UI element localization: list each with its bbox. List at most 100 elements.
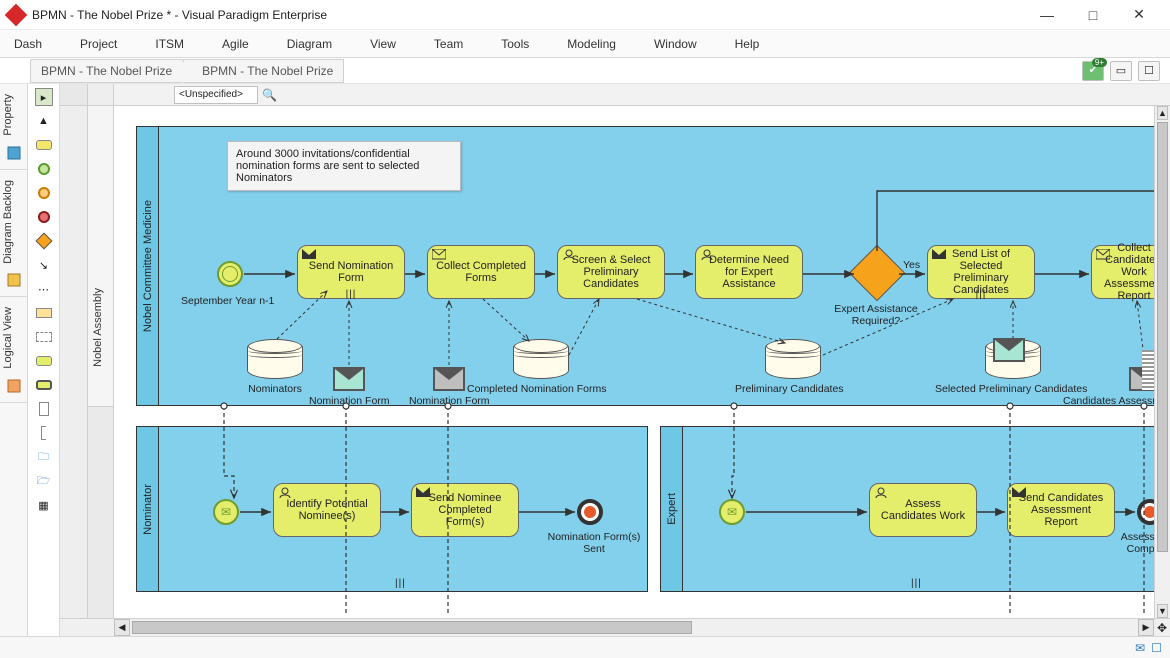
palette-dataobject[interactable] — [35, 400, 53, 418]
palette-event-orange[interactable] — [35, 184, 53, 202]
palette-grid[interactable]: ▦ — [35, 496, 53, 514]
send-icon — [302, 249, 316, 261]
expert-end[interactable] — [1137, 499, 1154, 525]
expert-end-label: Assessments Completed — [1111, 531, 1154, 555]
envelope-nomination-in[interactable] — [433, 367, 465, 391]
scroll-right-arrow[interactable]: ▶ — [1138, 619, 1154, 636]
vscroll-thumb[interactable] — [1157, 122, 1168, 552]
palette-seqflow[interactable]: ↘ — [35, 256, 53, 274]
annotation-note[interactable]: Around 3000 invitations/confidential nom… — [227, 141, 461, 191]
scroll-down-arrow[interactable]: ▼ — [1157, 604, 1168, 618]
menu-tools[interactable]: Tools — [501, 37, 529, 51]
task-screen-select[interactable]: Screen & Select Preliminary Candidates — [557, 245, 665, 299]
task-assess-work[interactable]: Assess Candidates Work — [869, 483, 977, 537]
status-bar: ✉ ☐ — [0, 636, 1170, 658]
breadcrumb-root[interactable]: BPMN - The Nobel Prize — [30, 59, 183, 83]
task-collect-forms[interactable]: Collect Completed Forms — [427, 245, 535, 299]
hscroll-thumb[interactable] — [132, 621, 692, 634]
maximize-button[interactable]: □ — [1070, 0, 1116, 30]
send-icon — [1012, 487, 1026, 499]
commit-icon[interactable]: ✔9+ — [1082, 61, 1104, 81]
menu-diagram[interactable]: Diagram — [287, 37, 332, 51]
pool-committee-title: Nobel Committee Medicine — [137, 127, 159, 405]
title-bar: BPMN - The Nobel Prize * - Visual Paradi… — [0, 0, 1170, 30]
gateway-expert[interactable] — [849, 245, 906, 302]
tab-logical[interactable]: Logical View — [0, 297, 27, 403]
style-dropdown[interactable]: <Unspecified> — [174, 86, 258, 104]
scroll-up-arrow[interactable]: ▲ — [1157, 106, 1168, 120]
task-determine-expert[interactable]: Determine Need for Expert Assistance — [695, 245, 803, 299]
envelope-nomination-out-label: Nomination Form — [309, 395, 390, 407]
resize-handle[interactable] — [1142, 350, 1154, 390]
datastore-preliminary[interactable]: Preliminary Candidates — [765, 339, 821, 385]
pool-expert[interactable]: Expert Assess Candidates Work Send Candi… — [660, 426, 1154, 592]
palette-triangle[interactable]: ▲ — [35, 112, 53, 130]
nominator-start[interactable] — [213, 499, 239, 525]
scroll-left-arrow[interactable]: ◀ — [114, 619, 130, 636]
tab-backlog[interactable]: Diagram Backlog — [0, 170, 27, 298]
palette-pool[interactable] — [35, 304, 53, 322]
status-window-icon[interactable]: ☐ — [1151, 641, 1162, 655]
diagram-canvas[interactable]: Nobel Committee Medicine Around 3000 inv… — [114, 106, 1154, 618]
expert-start[interactable] — [719, 499, 745, 525]
window-title: BPMN - The Nobel Prize * - Visual Paradi… — [32, 8, 1024, 22]
task-send-list[interactable]: Send List of Selected Preliminary Candid… — [927, 245, 1035, 299]
menu-view[interactable]: View — [370, 37, 396, 51]
breadcrumb-current[interactable]: BPMN - The Nobel Prize — [183, 59, 344, 83]
search-icon[interactable]: 🔍 — [262, 88, 277, 102]
palette-callactivity[interactable] — [35, 376, 53, 394]
pool-nominator[interactable]: Nominator Identify Potential Nominee(s) … — [136, 426, 648, 592]
datastore-completed-forms[interactable]: Completed Nomination Forms — [513, 339, 569, 385]
palette-lane[interactable] — [35, 328, 53, 346]
menu-modeling[interactable]: Modeling — [567, 37, 616, 51]
vertical-scrollbar[interactable]: ▲ ▼ — [1154, 106, 1170, 618]
menu-window[interactable]: Window — [654, 37, 697, 51]
datastore-nominators[interactable]: Nominators — [247, 339, 303, 385]
palette-subprocess[interactable] — [35, 352, 53, 370]
menu-project[interactable]: Project — [80, 37, 117, 51]
envelope-selected-list[interactable] — [993, 338, 1025, 362]
pool-expert-title: Expert — [661, 427, 683, 591]
palette-folder[interactable]: 🗁 — [35, 472, 53, 490]
task-send-assessment[interactable]: Send Candidates Assessment Report — [1007, 483, 1115, 537]
vertical-ruler-gutter — [60, 106, 88, 618]
task-send-nomination[interactable]: Send Nomination Form ||| — [297, 245, 405, 299]
user-icon — [562, 249, 576, 261]
property-icon — [6, 145, 22, 161]
multi-instance-marker-2: ||| — [911, 578, 922, 589]
tab-property[interactable]: Property — [0, 84, 27, 170]
palette-gateway[interactable] — [35, 232, 53, 250]
pan-target-icon[interactable]: ✥ — [1154, 619, 1170, 636]
pool-committee[interactable]: Nobel Committee Medicine Around 3000 inv… — [136, 126, 1154, 406]
palette-annotation[interactable] — [35, 424, 53, 442]
panes-icon[interactable]: ☐ — [1138, 61, 1160, 81]
palette-cursor[interactable]: ▸ — [35, 88, 53, 106]
envelope-nomination-out[interactable] — [333, 367, 365, 391]
start-event-timer[interactable] — [217, 261, 243, 287]
horizontal-scrollbar[interactable]: ◀ ▶ ✥ — [60, 618, 1170, 636]
palette-event-green[interactable] — [35, 160, 53, 178]
start-event-label: September Year n-1 — [181, 295, 274, 307]
breadcrumb-bar: BPMN - The Nobel Prize BPMN - The Nobel … — [0, 58, 1170, 84]
task-collect-report[interactable]: Collect Candidates' Work Assessment Repo… — [1091, 245, 1154, 299]
envelope-assessment-label: Candidates Assessment — [1063, 395, 1154, 407]
user-icon — [278, 487, 292, 499]
layout-icon[interactable]: ▭ — [1110, 61, 1132, 81]
status-mail-icon[interactable]: ✉ — [1135, 641, 1145, 655]
menu-dash[interactable]: Dash — [14, 37, 42, 51]
pool-nominator-title: Nominator — [137, 427, 159, 591]
menu-team[interactable]: Team — [434, 37, 463, 51]
palette-event-red[interactable] — [35, 208, 53, 226]
task-identify-nominees[interactable]: Identify Potential Nominee(s) — [273, 483, 381, 537]
palette-assoc[interactable]: ⋯ — [35, 280, 53, 298]
close-button[interactable]: ✕ — [1116, 0, 1162, 30]
nominator-end[interactable] — [577, 499, 603, 525]
palette-task-yellow[interactable] — [35, 136, 53, 154]
minimize-button[interactable]: — — [1024, 0, 1070, 30]
palette-folder-open[interactable]: 🗀 — [35, 448, 53, 466]
menu-itsm[interactable]: ITSM — [155, 37, 184, 51]
menu-help[interactable]: Help — [735, 37, 760, 51]
menu-agile[interactable]: Agile — [222, 37, 249, 51]
send-icon — [932, 249, 946, 261]
task-send-nominee-forms[interactable]: Send Nominee Completed Form(s) — [411, 483, 519, 537]
